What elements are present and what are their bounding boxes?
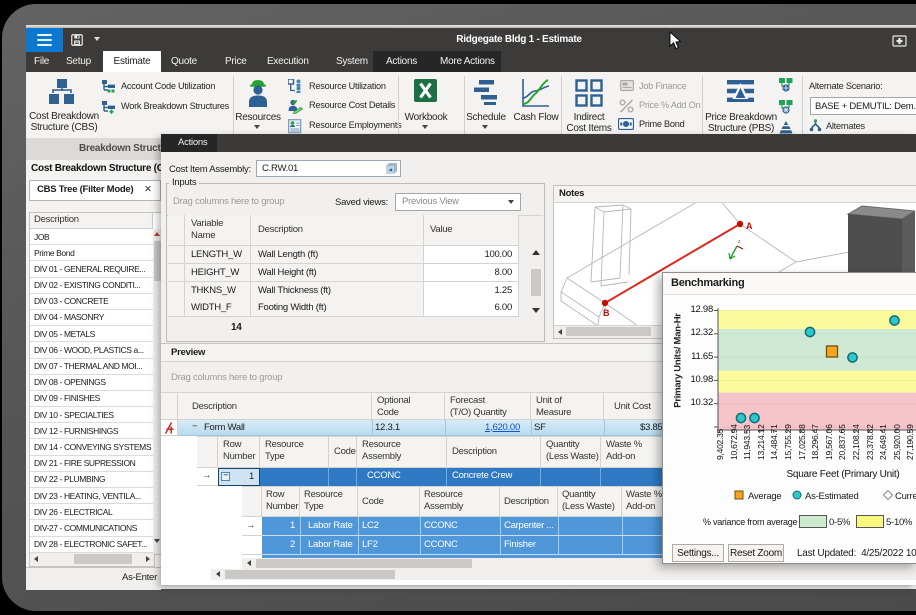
svg-text:z: z — [738, 239, 741, 245]
svg-text:A: A — [746, 221, 753, 231]
svg-text:B: B — [603, 308, 610, 318]
